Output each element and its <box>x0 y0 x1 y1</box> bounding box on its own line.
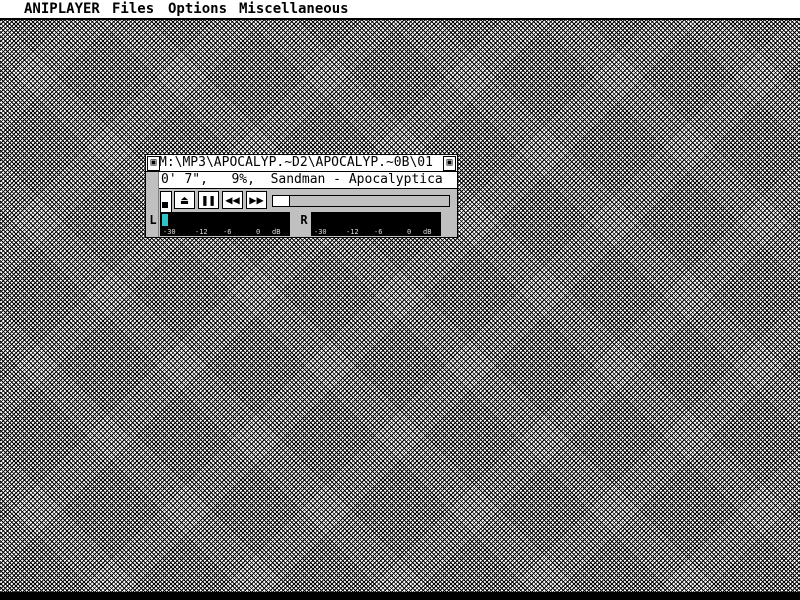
rewind-button[interactable]: ◀◀ <box>222 191 243 209</box>
vu-scale-label: dB <box>272 228 281 236</box>
desktop-background <box>0 20 800 592</box>
progress-bar[interactable] <box>272 195 450 207</box>
vu-right-scale: -30 -12 -6 0 dB <box>311 228 441 236</box>
vu-scale-label: dB <box>423 228 432 236</box>
vu-scale-label: -12 <box>346 228 359 236</box>
menu-bar: ANIPLAYER Files Options Miscellaneous <box>0 0 800 20</box>
fullscreen-icon[interactable]: ▣ <box>443 156 456 171</box>
vu-scale-label: 0 <box>256 228 261 236</box>
vu-meter-right: -30 -12 -6 0 dB <box>311 212 441 236</box>
player-window: ▣ M:\MP3\APOCALYP.~D2\APOCALYP.~0B\01 ▣ … <box>145 154 458 238</box>
vu-left-scale: -30 -12 -6 0 dB <box>160 228 290 236</box>
eject-button[interactable]: ⏏ <box>174 191 195 209</box>
menu-aniplayer[interactable]: ANIPLAYER <box>24 1 100 17</box>
vu-scale-label: -6 <box>223 228 232 236</box>
window-titlebar[interactable]: ▣ M:\MP3\APOCALYP.~D2\APOCALYP.~0B\01 ▣ <box>146 155 457 172</box>
volume-slider[interactable] <box>160 191 172 213</box>
window-title: M:\MP3\APOCALYP.~D2\APOCALYP.~0B\01 <box>159 155 433 170</box>
window-side-strip <box>146 172 159 237</box>
vu-right-label: R <box>300 213 308 227</box>
vu-scale-label: 0 <box>407 228 412 236</box>
vu-meter-left: -30 -12 -6 0 dB <box>160 212 290 236</box>
track-info-bar: 0' 7", 9%, Sandman - Apocalyptica <box>159 172 457 189</box>
vu-left-label: L <box>149 213 157 227</box>
fast-forward-button[interactable]: ▶▶ <box>246 191 267 209</box>
menu-miscellaneous[interactable]: Miscellaneous <box>239 1 349 17</box>
volume-slider-knob[interactable] <box>162 202 168 208</box>
vu-scale-label: -30 <box>163 228 176 236</box>
vu-scale-label: -6 <box>374 228 383 236</box>
bottom-border <box>0 592 800 600</box>
pause-button[interactable]: ❚❚ <box>198 191 219 209</box>
vu-scale-label: -12 <box>195 228 208 236</box>
menu-options[interactable]: Options <box>168 1 227 17</box>
track-info: 0' 7", 9%, Sandman - Apocalyptica <box>161 172 443 187</box>
vu-scale-label: -30 <box>314 228 327 236</box>
vu-left-level <box>162 214 168 226</box>
menu-files[interactable]: Files <box>112 1 154 17</box>
progress-fill <box>273 196 290 206</box>
